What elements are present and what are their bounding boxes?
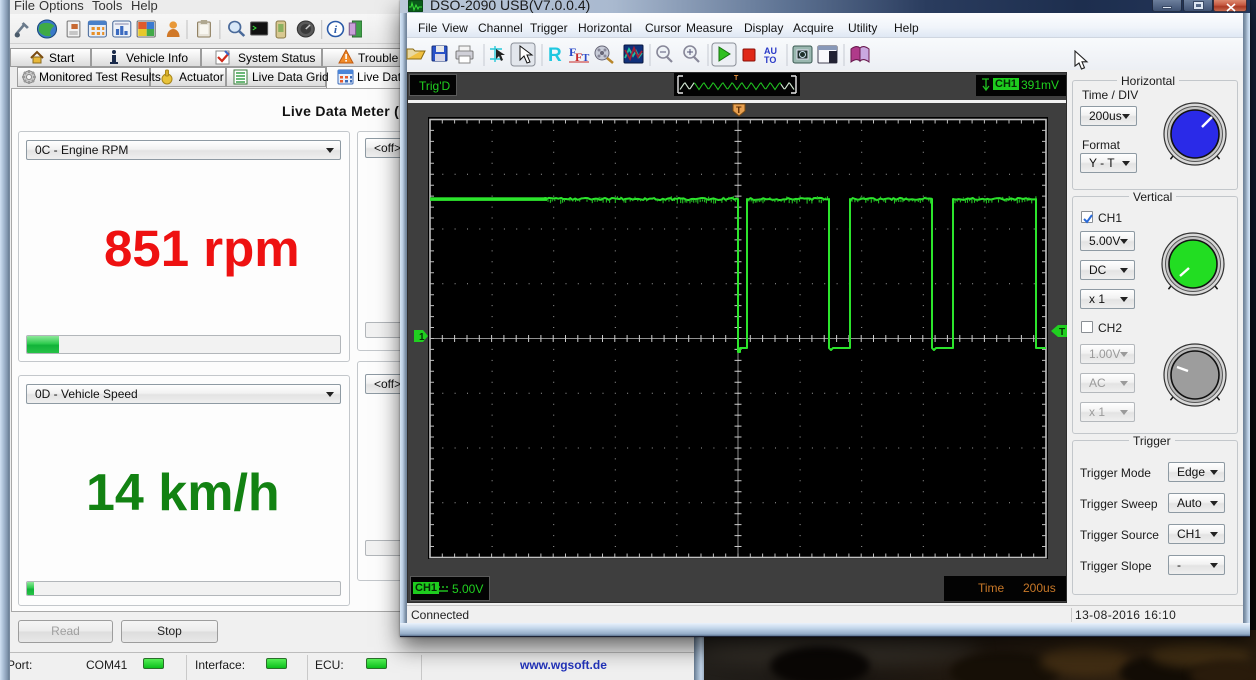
- svg-text:TO: TO: [764, 55, 776, 65]
- svg-text:R: R: [548, 45, 562, 66]
- svg-text:1: 1: [419, 332, 425, 343]
- svg-text:T: T: [736, 105, 742, 115]
- svg-text:T: T: [1059, 327, 1065, 338]
- svg-text:T: T: [734, 75, 739, 82]
